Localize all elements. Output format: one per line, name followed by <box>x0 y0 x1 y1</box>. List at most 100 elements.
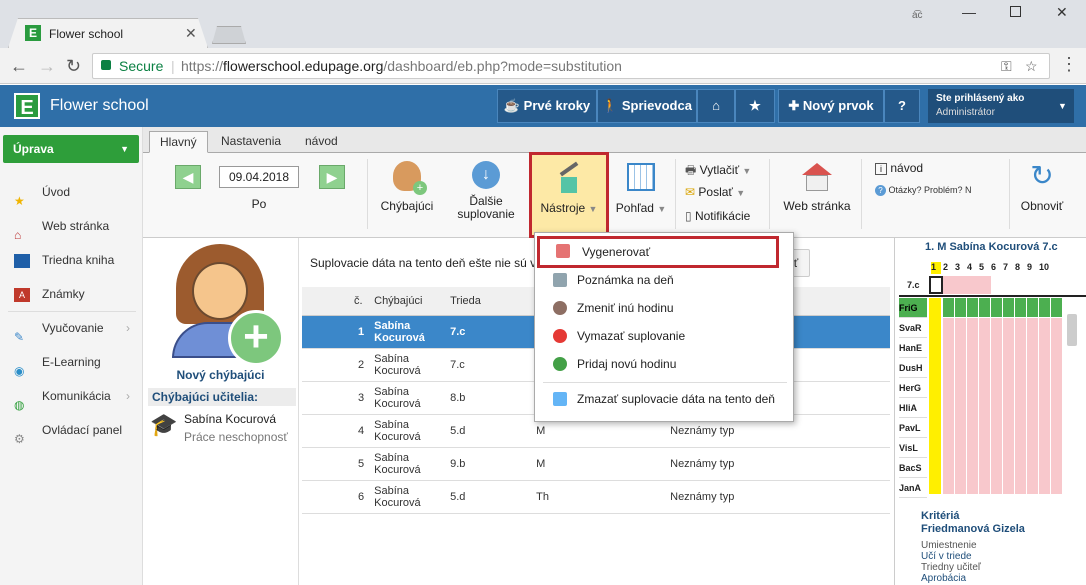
cup-icon: ☕ <box>503 98 521 113</box>
selected-slot <box>929 276 943 294</box>
favorites-button[interactable]: ★ <box>735 89 775 123</box>
scrollbar-thumb[interactable] <box>1067 314 1077 346</box>
sidebar-item-web[interactable]: ⌂Web stránka <box>14 211 109 242</box>
tab-hlavny[interactable]: Hlavný <box>149 131 208 153</box>
edit-mode-button[interactable]: Úprava ▼ <box>3 135 139 163</box>
tab-navod[interactable]: návod <box>295 131 348 153</box>
refresh-icon: ↻ <box>1030 160 1054 191</box>
url-input[interactable]: Secure | https://flowerschool.edupage.or… <box>92 53 1050 79</box>
view-button[interactable]: Pohľad ▼ <box>609 159 673 229</box>
new-tab-button[interactable] <box>212 26 246 44</box>
teacher-row-label[interactable]: HerG <box>899 378 927 398</box>
sidebar-item-communication[interactable]: ◍Komunikácia › <box>14 381 130 412</box>
menu-separator <box>543 382 787 383</box>
previous-day-button[interactable]: ◀ <box>175 165 201 189</box>
add-absent-icon[interactable]: + <box>228 310 284 366</box>
sidebar-item-teaching[interactable]: ✎Vyučovanie › <box>14 313 130 344</box>
col-class[interactable]: Trieda <box>450 287 537 316</box>
home-button[interactable]: ⌂ <box>697 89 735 123</box>
absent-teachers-header: Chýbajúci učitelia: <box>148 388 296 406</box>
menu-item-delete-substitution[interactable]: Vymazať suplovanie <box>535 322 793 350</box>
menu-item-generate[interactable]: Vygenerovať <box>537 236 779 268</box>
teacher-row-label[interactable]: FriG <box>899 298 927 318</box>
minimize-icon[interactable]: — <box>962 4 976 20</box>
graduation-cap-icon: 🎓 <box>150 412 178 437</box>
user-menu[interactable]: Ste prihlásený ako Administrátor ▼ <box>928 89 1074 123</box>
tab-nastavenia[interactable]: Nastavenia <box>211 131 291 153</box>
cell-subject: M <box>536 447 671 481</box>
new-item-button[interactable]: ✚ Nový prvok <box>778 89 884 123</box>
absent-button[interactable]: + Chýbajúci <box>377 159 437 229</box>
menu-item-clear-day-data[interactable]: Zmazať suplovacie dáta na tento deň <box>535 385 793 413</box>
print-button[interactable]: 🖶 Vytlačiť ▼ <box>685 161 751 179</box>
cell-number: 6 <box>302 480 365 514</box>
chevron-down-icon: ▼ <box>736 188 746 198</box>
browser-menu-icon[interactable]: ⋮ <box>1060 54 1078 75</box>
ribbon-separator <box>1009 159 1010 229</box>
cell-absent: Sabína Kocurová <box>364 480 451 514</box>
menu-item-add-lesson[interactable]: Pridaj novú hodinu <box>535 350 793 378</box>
sidebar-item-grades[interactable]: A Známky <box>14 279 85 309</box>
send-button[interactable]: ✉ Poslať ▼ <box>685 185 745 203</box>
sidebar-item-control-panel[interactable]: ⚙Ovládací panel <box>14 415 122 446</box>
chevron-right-icon: › <box>126 389 130 403</box>
help-button[interactable]: ? <box>884 89 920 123</box>
ribbon-separator <box>769 159 770 229</box>
new-absent-label[interactable]: Nový chýbajúci <box>144 368 297 382</box>
info-icon: i <box>875 163 887 175</box>
cell-class: 8.b <box>450 381 537 415</box>
menu-item-change-lesson[interactable]: Zmeniť inú hodinu <box>535 294 793 322</box>
teacher-row-label[interactable]: JanA <box>899 478 927 498</box>
menu-item-day-note[interactable]: Poznámka na deň <box>535 266 793 294</box>
close-tab-icon[interactable]: ✕ <box>185 25 197 42</box>
forward-icon[interactable]: → <box>38 56 56 77</box>
edupage-logo-icon[interactable]: E <box>14 93 40 119</box>
teacher-row-label[interactable]: HliA <box>899 398 927 418</box>
tutorial-link[interactable]: i návod <box>875 161 923 175</box>
tools-button[interactable]: Nástroje ▼ <box>529 152 609 238</box>
table-row[interactable]: 6 Sabína Kocurová 5.d Th Neznámy typ <box>302 480 890 514</box>
cell-subject: Th <box>536 480 671 514</box>
teacher-row-label[interactable]: BacS <box>899 458 927 478</box>
cell-class: 5.d <box>450 480 537 514</box>
table-row[interactable]: 5 Sabína Kocurová 9.b M Neznámy typ <box>302 447 890 481</box>
maximize-icon[interactable] <box>1010 6 1021 17</box>
extension-icon[interactable]: a͡c <box>912 10 923 21</box>
reload-icon[interactable]: ↻ <box>66 56 81 77</box>
sidebar-item-elearning[interactable]: ◉E-Learning <box>14 347 101 378</box>
teacher-row-label[interactable]: DusH <box>899 358 927 378</box>
cell-number: 3 <box>302 381 365 415</box>
bookmark-star-icon[interactable]: ☆ <box>1025 54 1038 78</box>
user-label: Ste prihlásený ako <box>936 93 1025 104</box>
edupage-favicon-icon: E <box>25 25 41 41</box>
date-input[interactable]: 09.04.2018 <box>219 166 299 188</box>
sidebar-item-uvod[interactable]: ★Úvod <box>14 177 70 208</box>
first-steps-button[interactable]: ☕ Prvé kroky <box>497 89 597 123</box>
app-name: Flower school <box>50 97 149 114</box>
refresh-button[interactable]: ↻ Obnoviť <box>1015 159 1069 229</box>
web-page-button[interactable]: Web stránka <box>779 159 855 229</box>
col-number[interactable]: č. <box>302 287 365 316</box>
browser-tab[interactable]: E Flower school ✕ <box>8 18 208 48</box>
book-icon <box>14 253 30 268</box>
teacher-row-label[interactable]: PavL <box>899 418 927 438</box>
address-bar-row: ← → ↻ Secure | https://flowerschool.edup… <box>0 48 1086 84</box>
notifications-button[interactable]: ▯ Notifikácie <box>685 209 750 227</box>
teacher-row-label[interactable]: SvaR <box>899 318 927 338</box>
question-icon: ? <box>875 185 886 196</box>
guide-button[interactable]: 🚶 Sprievodca <box>597 89 697 123</box>
sidebar-item-class-book[interactable]: Triedna kniha <box>14 245 114 275</box>
next-day-button[interactable]: ▶ <box>319 165 345 189</box>
teacher-row-label[interactable]: VisL <box>899 438 927 458</box>
key-icon[interactable]: ⚿ <box>1001 54 1012 78</box>
lock-icon <box>101 60 111 70</box>
criteria-block: Kritériá Friedmanová Gizela <box>921 510 1025 535</box>
more-substitution-button[interactable]: ↓ Ďalšie suplovanie <box>451 159 521 229</box>
col-absent[interactable]: Chýbajúci <box>364 287 451 316</box>
back-icon[interactable]: ← <box>10 56 28 77</box>
chevron-down-icon: ▼ <box>120 144 129 154</box>
questions-link[interactable]: ? Otázky? Problém? N <box>875 185 972 196</box>
window-close-icon[interactable]: ✕ <box>1056 4 1068 21</box>
absence-reason: Práce neschopnosť <box>184 430 288 444</box>
teacher-row-label[interactable]: HanE <box>899 338 927 358</box>
